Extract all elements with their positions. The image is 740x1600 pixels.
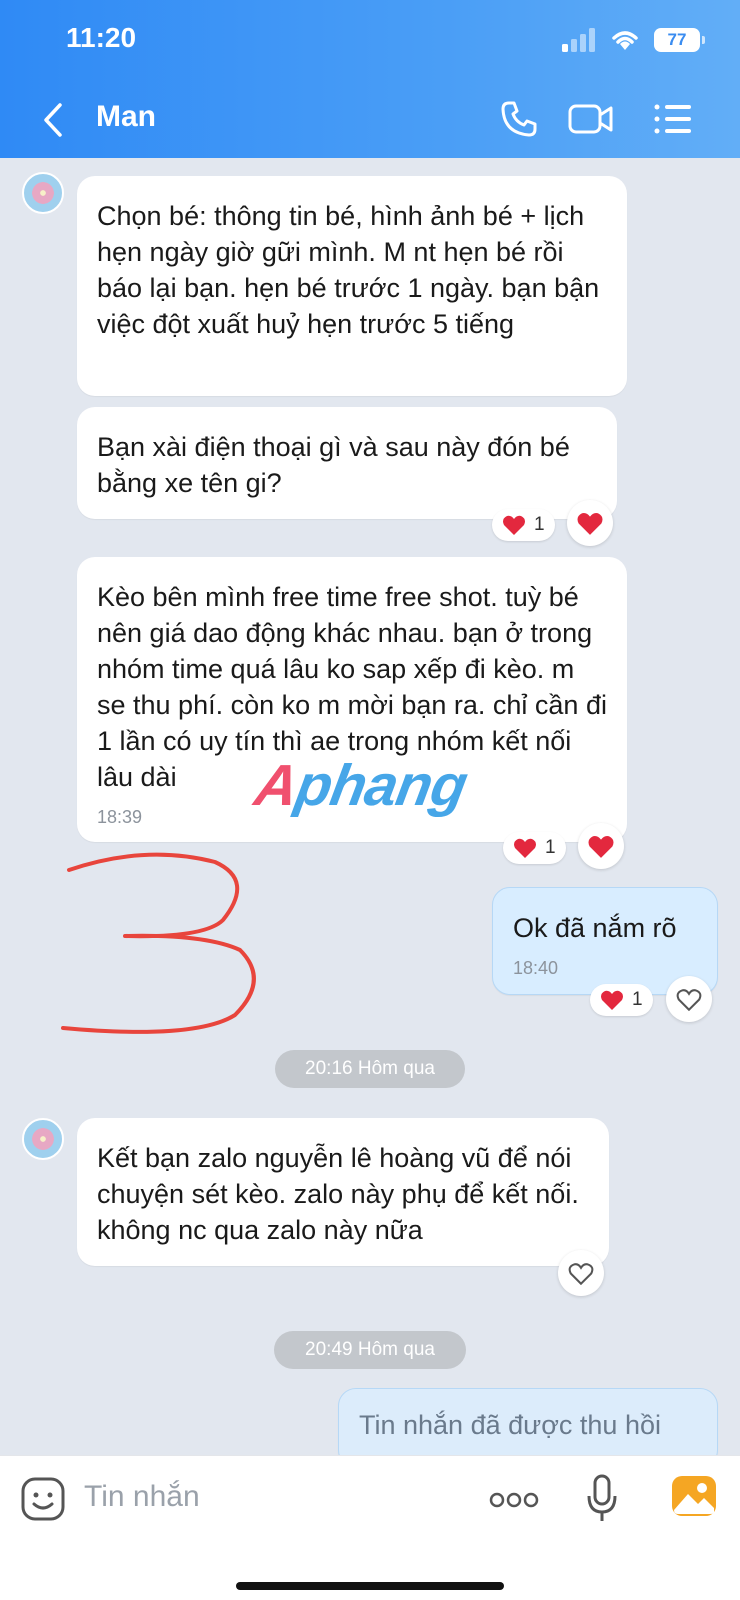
date-divider: 20:49 Hôm qua	[274, 1331, 466, 1369]
voice-message-button[interactable]	[582, 1472, 622, 1526]
heart-icon	[577, 512, 603, 535]
message-text: Chọn bé: thông tin bé, hình ảnh bé + lịc…	[97, 201, 600, 339]
contact-name[interactable]: Man	[96, 100, 156, 134]
home-indicator	[236, 1582, 504, 1590]
react-button[interactable]	[578, 823, 624, 869]
image-gallery-icon	[672, 1476, 716, 1516]
message-text: Ok đã nắm rõ	[513, 913, 677, 943]
message-text: Tin nhắn đã được thu hồi	[359, 1410, 661, 1440]
signal-icon	[562, 28, 595, 52]
video-call-button[interactable]	[566, 96, 616, 142]
heart-icon	[503, 515, 525, 535]
more-dots-icon	[489, 1492, 539, 1508]
message-text: Bạn xài điện thoại gì và sau này đón bé …	[97, 432, 570, 498]
react-button[interactable]	[558, 1250, 604, 1296]
handwritten-three-annotation	[61, 852, 256, 1034]
date-divider: 20:16 Hôm qua	[275, 1050, 465, 1088]
watermark-logo: Aphang	[250, 753, 472, 818]
heart-icon	[588, 835, 614, 858]
more-options-button[interactable]	[488, 1478, 540, 1522]
reaction-count[interactable]: 1	[590, 984, 653, 1016]
message-input-bar: Tin nhắn	[0, 1455, 740, 1600]
status-time: 11:20	[66, 22, 137, 53]
wifi-icon	[612, 31, 638, 50]
heart-outline-icon	[676, 988, 702, 1011]
gallery-button[interactable]	[670, 1472, 718, 1520]
chevron-left-icon	[44, 103, 62, 137]
heart-outline-icon	[568, 1262, 594, 1285]
reaction-count-text: 1	[632, 989, 643, 1010]
reaction-count-text: 1	[545, 837, 556, 858]
message-bubble[interactable]: Kết bạn zalo nguyễn lê hoàng vũ để nói c…	[77, 1118, 609, 1266]
message-bubble[interactable]: Chọn bé: thông tin bé, hình ảnh bé + lịc…	[77, 176, 627, 396]
battery-indicator: 77	[654, 28, 705, 52]
contact-avatar[interactable]	[22, 172, 64, 214]
chat-header: 11:20 77 Man	[0, 0, 740, 158]
message-time: 18:40	[513, 958, 559, 978]
reaction-count[interactable]: 1	[503, 832, 566, 864]
message-bubble[interactable]: Bạn xài điện thoại gì và sau này đón bé …	[77, 407, 617, 519]
sticker-button[interactable]	[20, 1476, 66, 1522]
react-button[interactable]	[567, 500, 613, 546]
message-text: Kết bạn zalo nguyễn lê hoàng vũ để nói c…	[97, 1143, 579, 1245]
list-menu-icon	[654, 104, 691, 134]
video-camera-icon	[568, 104, 613, 134]
back-button[interactable]	[36, 100, 70, 140]
menu-button[interactable]	[648, 96, 698, 142]
microphone-icon	[587, 1474, 617, 1521]
reaction-count[interactable]: 1	[492, 509, 555, 541]
heart-icon	[601, 990, 623, 1010]
reaction-count-text: 1	[534, 514, 545, 535]
message-input[interactable]: Tin nhắn	[84, 1480, 200, 1514]
heart-icon	[514, 838, 536, 858]
phone-icon	[501, 101, 537, 137]
status-icons: 77	[562, 28, 705, 52]
emoji-icon	[21, 1477, 65, 1521]
react-button[interactable]	[666, 976, 712, 1022]
voice-call-button[interactable]	[494, 96, 544, 142]
contact-avatar[interactable]	[22, 1118, 64, 1160]
